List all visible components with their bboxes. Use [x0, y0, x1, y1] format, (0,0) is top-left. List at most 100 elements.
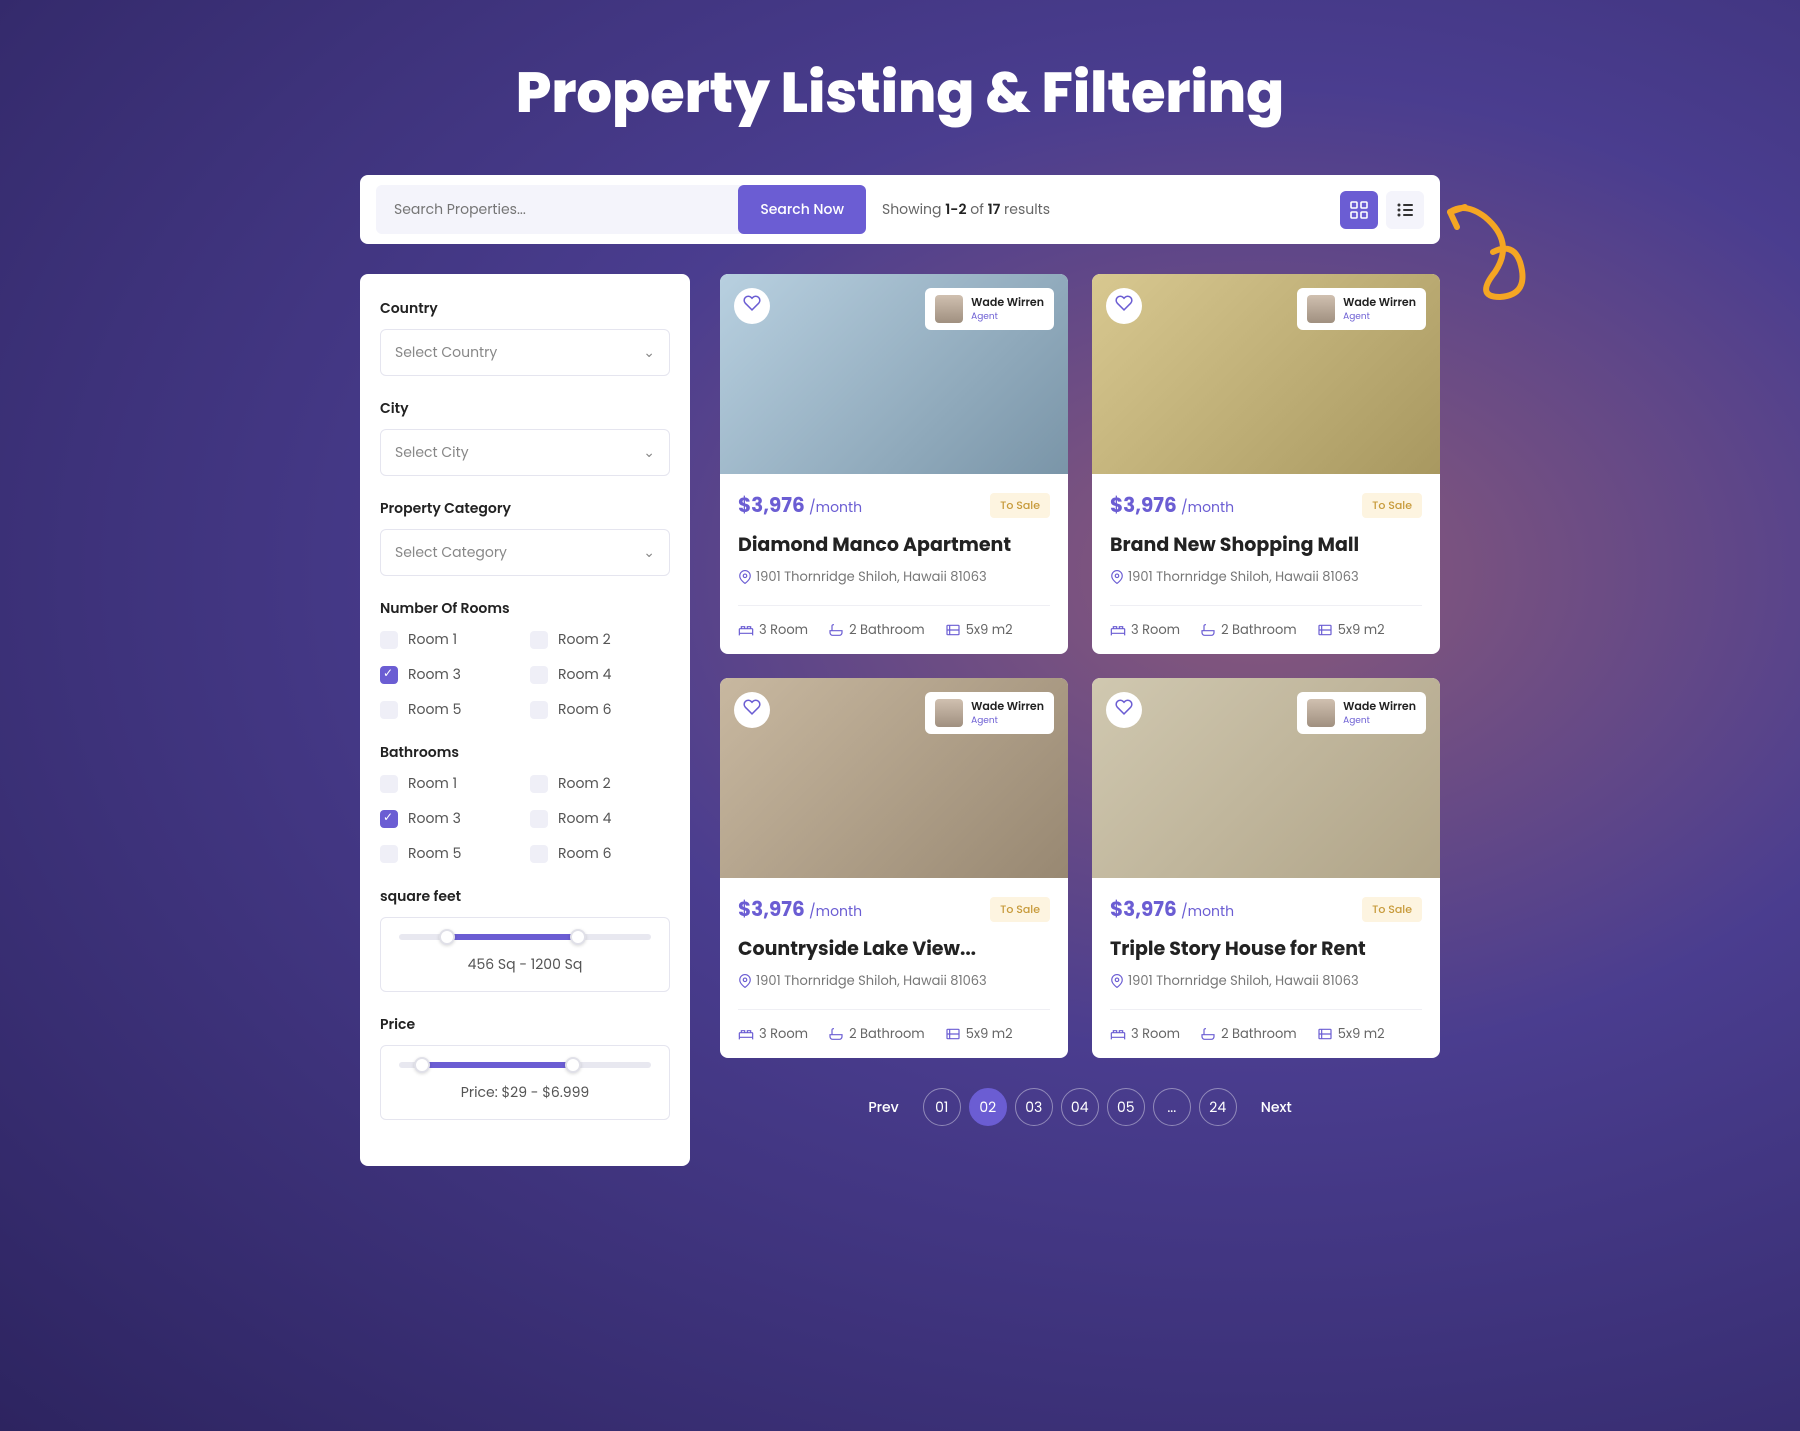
- checkbox-room-4[interactable]: Room 4: [530, 664, 670, 685]
- status-badge: To Sale: [990, 897, 1050, 922]
- agent-name: Wade Wirren: [1343, 294, 1416, 311]
- checkbox-icon: [380, 701, 398, 719]
- agent-badge[interactable]: Wade WirrenAgent: [1297, 692, 1426, 734]
- city-select[interactable]: Select City⌄: [380, 429, 670, 476]
- bath-icon: [1200, 623, 1216, 637]
- checkbox-room-4[interactable]: Room 4: [530, 808, 670, 829]
- bath-icon: [828, 623, 844, 637]
- pin-icon: [738, 974, 752, 988]
- checkbox-icon: [530, 810, 548, 828]
- checkbox-room-3[interactable]: Room 3: [380, 664, 520, 685]
- agent-badge[interactable]: Wade WirrenAgent: [925, 288, 1054, 330]
- page-...[interactable]: ...: [1153, 1088, 1191, 1126]
- property-image: Wade WirrenAgent: [720, 678, 1068, 878]
- avatar: [935, 295, 963, 323]
- checkbox-room-2[interactable]: Room 2: [530, 773, 670, 794]
- checkbox-label: Room 1: [408, 629, 457, 650]
- checkbox-icon: [380, 666, 398, 684]
- grid-icon: [1350, 201, 1368, 219]
- agent-role: Agent: [971, 311, 1044, 324]
- heart-icon: [743, 698, 761, 722]
- checkbox-label: Room 3: [408, 808, 461, 829]
- property-card[interactable]: Wade WirrenAgent$3,976 /monthTo SaleTrip…: [1092, 678, 1440, 1058]
- checkbox-room-5[interactable]: Room 5: [380, 699, 520, 720]
- sqft-slider[interactable]: [399, 934, 651, 940]
- property-card[interactable]: Wade WirrenAgent$3,976 /monthTo SaleCoun…: [720, 678, 1068, 1058]
- checkbox-room-5[interactable]: Room 5: [380, 843, 520, 864]
- prev-button[interactable]: Prev: [858, 1097, 908, 1118]
- favorite-button[interactable]: [734, 692, 770, 728]
- size-icon: [945, 623, 961, 637]
- next-button[interactable]: Next: [1251, 1097, 1302, 1118]
- favorite-button[interactable]: [1106, 288, 1142, 324]
- avatar: [1307, 699, 1335, 727]
- page-24[interactable]: 24: [1199, 1088, 1237, 1126]
- price-slider[interactable]: [399, 1062, 651, 1068]
- agent-name: Wade Wirren: [971, 294, 1044, 311]
- property-price: $3,976 /month: [738, 894, 862, 924]
- property-location: 1901 Thornridge Shiloh, Hawaii 81063: [738, 971, 1050, 991]
- agent-name: Wade Wirren: [971, 698, 1044, 715]
- checkbox-icon: [530, 701, 548, 719]
- agent-name: Wade Wirren: [1343, 698, 1416, 715]
- list-view-button[interactable]: [1386, 191, 1424, 229]
- page-01[interactable]: 01: [923, 1088, 961, 1126]
- city-label: City: [380, 398, 670, 419]
- pin-icon: [738, 570, 752, 584]
- avatar: [935, 699, 963, 727]
- favorite-button[interactable]: [734, 288, 770, 324]
- heart-icon: [1115, 698, 1133, 722]
- chevron-down-icon: ⌄: [643, 342, 655, 363]
- checkbox-room-6[interactable]: Room 6: [530, 699, 670, 720]
- avatar: [1307, 295, 1335, 323]
- status-badge: To Sale: [1362, 493, 1422, 518]
- page-02[interactable]: 02: [969, 1088, 1007, 1126]
- size-icon: [1317, 1027, 1333, 1041]
- search-input[interactable]: [376, 185, 738, 234]
- checkbox-label: Room 3: [408, 664, 461, 685]
- property-title: Diamond Manco Apartment: [738, 530, 1050, 559]
- checkbox-room-6[interactable]: Room 6: [530, 843, 670, 864]
- sqft-label: square feet: [380, 886, 670, 907]
- country-select[interactable]: Select Country⌄: [380, 329, 670, 376]
- filters-sidebar: Country Select Country⌄ City Select City…: [360, 274, 690, 1166]
- checkbox-icon: [530, 631, 548, 649]
- agent-role: Agent: [1343, 311, 1416, 324]
- checkbox-room-1[interactable]: Room 1: [380, 629, 520, 650]
- page-03[interactable]: 03: [1015, 1088, 1053, 1126]
- agent-badge[interactable]: Wade WirrenAgent: [1297, 288, 1426, 330]
- checkbox-label: Room 2: [558, 629, 611, 650]
- country-label: Country: [380, 298, 670, 319]
- grid-view-button[interactable]: [1340, 191, 1378, 229]
- agent-badge[interactable]: Wade WirrenAgent: [925, 692, 1054, 734]
- checkbox-room-2[interactable]: Room 2: [530, 629, 670, 650]
- checkbox-label: Room 5: [408, 843, 461, 864]
- checkbox-label: Room 4: [558, 808, 611, 829]
- heart-icon: [1115, 294, 1133, 318]
- property-card[interactable]: Wade WirrenAgent$3,976 /monthTo SaleDiam…: [720, 274, 1068, 654]
- property-location: 1901 Thornridge Shiloh, Hawaii 81063: [1110, 971, 1422, 991]
- checkbox-room-3[interactable]: Room 3: [380, 808, 520, 829]
- page-05[interactable]: 05: [1107, 1088, 1145, 1126]
- property-features: 3 Room2 Bathroom5x9 m2: [738, 1009, 1050, 1044]
- checkbox-label: Room 5: [408, 699, 461, 720]
- category-label: Property Category: [380, 498, 670, 519]
- checkbox-icon: [380, 810, 398, 828]
- checkbox-room-1[interactable]: Room 1: [380, 773, 520, 794]
- rooms-label: Number Of Rooms: [380, 598, 670, 619]
- chevron-down-icon: ⌄: [643, 542, 655, 563]
- property-card[interactable]: Wade WirrenAgent$3,976 /monthTo SaleBran…: [1092, 274, 1440, 654]
- property-title: Triple Story House for Rent: [1110, 934, 1422, 963]
- bath-icon: [828, 1027, 844, 1041]
- sqft-range-text: 456 Sq - 1200 Sq: [399, 954, 651, 975]
- checkbox-label: Room 6: [558, 843, 611, 864]
- search-bar: Search Now Showing 1-2 of 17 results: [360, 175, 1440, 244]
- status-badge: To Sale: [990, 493, 1050, 518]
- property-location: 1901 Thornridge Shiloh, Hawaii 81063: [738, 567, 1050, 587]
- favorite-button[interactable]: [1106, 692, 1142, 728]
- property-image: Wade WirrenAgent: [1092, 274, 1440, 474]
- search-button[interactable]: Search Now: [738, 185, 866, 234]
- page-04[interactable]: 04: [1061, 1088, 1099, 1126]
- arrow-decoration: [1445, 197, 1555, 347]
- category-select[interactable]: Select Category⌄: [380, 529, 670, 576]
